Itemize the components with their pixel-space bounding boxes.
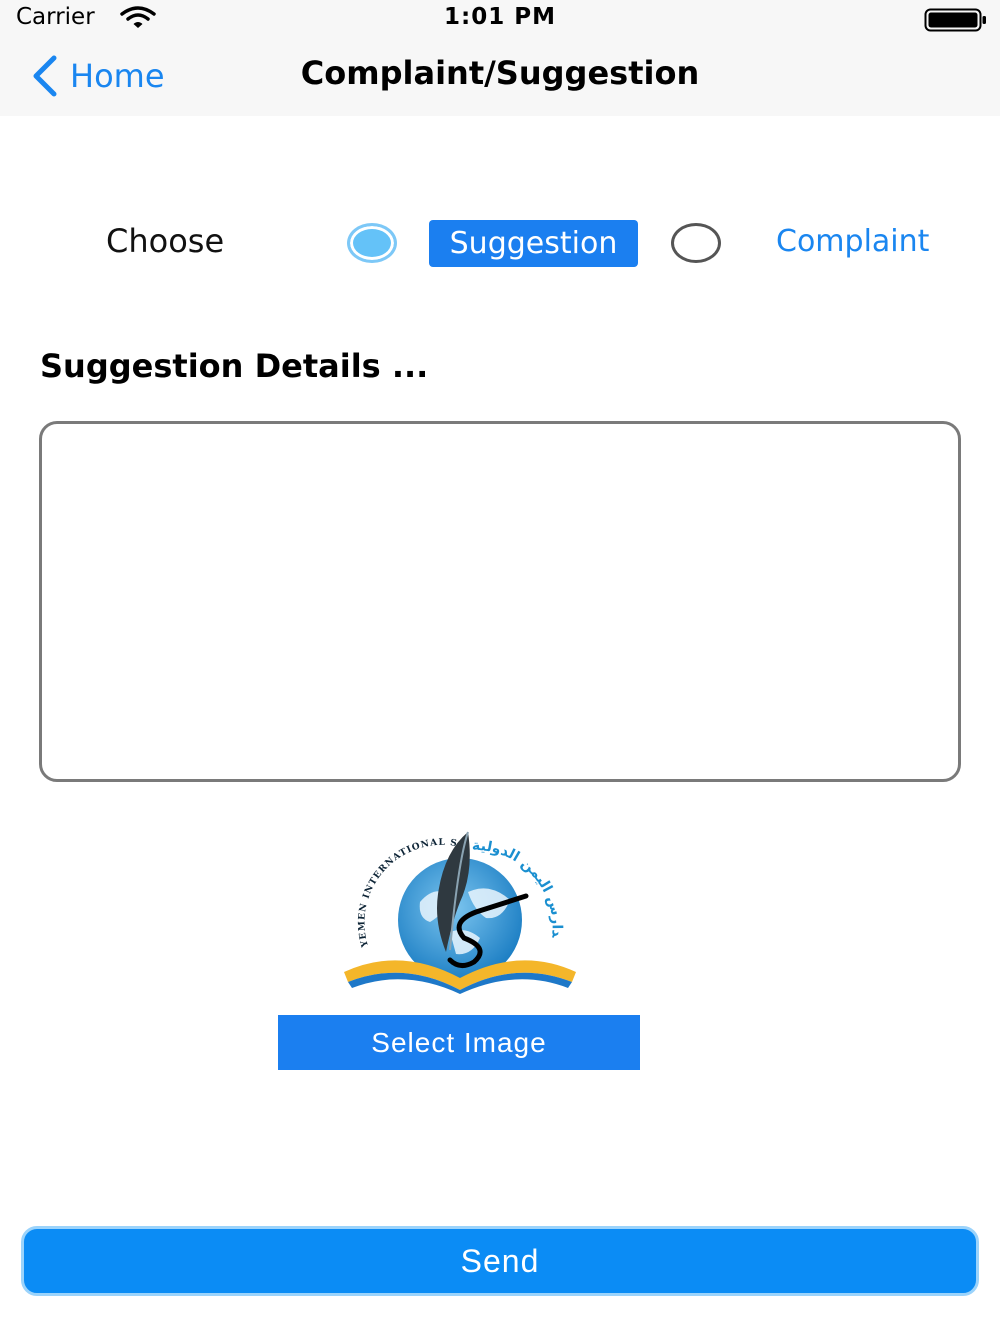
radio-suggestion[interactable] <box>347 223 397 263</box>
radio-complaint[interactable] <box>671 223 721 263</box>
select-image-button[interactable]: Select Image <box>278 1015 640 1070</box>
option-suggestion[interactable]: Suggestion <box>429 220 638 267</box>
choose-label: Choose <box>106 222 225 260</box>
status-time: 1:01 PM <box>444 4 556 30</box>
status-bar: Carrier 1:01 PM <box>0 0 1000 40</box>
send-button[interactable]: Send <box>21 1226 979 1296</box>
navigation-bar: Home Complaint/Suggestion <box>0 40 1000 116</box>
details-heading: Suggestion Details ... <box>40 347 429 385</box>
option-complaint[interactable]: Complaint <box>776 224 929 259</box>
complaint-suggestion-screen: Carrier 1:01 PM Home Complaint/Suggestio… <box>0 0 1000 1334</box>
details-textarea[interactable] <box>39 421 961 782</box>
school-logo: YEMEN INTERNATIONAL SCHOOL مدارس اليمن ا… <box>340 822 576 994</box>
page-title: Complaint/Suggestion <box>300 54 700 92</box>
battery-icon <box>924 8 986 32</box>
